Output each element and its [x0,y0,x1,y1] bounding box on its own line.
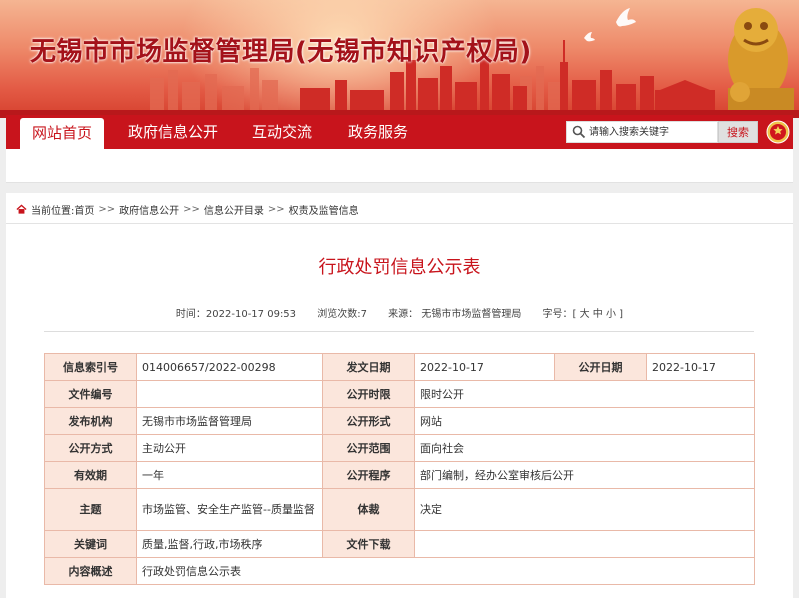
table-row: 发布机构 无锡市市场监督管理局 公开形式 网站 [44,407,755,435]
nav-subbar [6,149,793,183]
issue-date-value: 2022-10-17 [414,353,555,381]
validity-label: 有效期 [44,461,137,489]
stone-lion-graphic [728,8,794,110]
keywords-label: 关键词 [44,530,137,558]
table-row: 公开方式 主动公开 公开范围 面向社会 [44,434,755,462]
keywords-value: 质量,监督,行政,市场秩序 [136,530,323,558]
doc-no-label: 文件编号 [44,380,137,408]
issue-date-label: 发文日期 [322,353,415,381]
summary-label: 内容概述 [44,557,137,585]
table-row: 文件编号 公开时限 限时公开 [44,380,755,408]
nav-item-home[interactable]: 网站首页 [20,118,105,149]
topic-label: 主题 [44,488,137,531]
index-no-label: 信息索引号 [44,353,137,381]
table-row: 内容概述 行政处罚信息公示表 [44,557,755,585]
breadcrumb-separator: >> [183,204,200,215]
breadcrumb-separator: >> [267,204,285,215]
breadcrumb-home[interactable]: 首页 [74,202,94,217]
view-count: 浏览次数:7 [317,309,367,320]
topic-value: 市场监管、安全生产监管--质量监督 [136,488,323,531]
public-time-label: 公开时限 [322,380,415,408]
breadcrumb-gov-info[interactable]: 政府信息公开 [119,202,179,217]
procedure-label: 公开程序 [322,461,415,489]
public-date-label: 公开日期 [554,353,647,381]
site-title[interactable]: 无锡市市场监督管理局(无锡市知识产权局) [30,31,532,68]
search-icon [572,125,586,139]
divider [6,223,793,224]
home-icon [16,204,27,214]
content-panel: 当前位置: 首页 >> 政府信息公开 >> 信息公开目录 >> 权责及监管信息 … [6,193,793,598]
article-source: 来源： 无锡市市场监督管理局 [388,309,522,320]
search-button[interactable]: 搜索 [718,121,758,143]
public-form-value: 网站 [414,407,755,435]
site-banner: 无锡市市场监督管理局(无锡市知识产权局) [0,0,799,118]
table-row: 有效期 一年 公开程序 部门编制，经办公室审核后公开 [44,461,755,489]
index-no-value: 014006657/2022-00298 [136,353,323,381]
validity-value: 一年 [136,461,323,489]
download-value[interactable] [414,530,755,558]
breadcrumb: 当前位置: 首页 >> 政府信息公开 >> 信息公开目录 >> 权责及监管信息 [16,202,359,217]
nav-item-interaction[interactable]: 互动交流 [252,115,312,149]
table-row: 信息索引号 014006657/2022-00298 发文日期 2022-10-… [44,353,755,381]
nav-item-gov-info[interactable]: 政府信息公开 [128,115,218,149]
public-form-label: 公开形式 [322,407,415,435]
public-time-value: 限时公开 [414,380,755,408]
publisher-label: 发布机构 [44,407,137,435]
breadcrumb-separator: >> [98,204,116,215]
info-table: 信息索引号 014006657/2022-00298 发文日期 2022-10-… [44,353,755,585]
breadcrumb-current[interactable]: 权责及监管信息 [289,202,359,217]
publisher-value: 无锡市市场监督管理局 [136,407,323,435]
search-input[interactable] [589,123,715,141]
public-method-value: 主动公开 [136,434,323,462]
font-size-control[interactable]: 字号：[ 大 中 小 ] [543,309,624,320]
divider [44,331,754,332]
public-date-value: 2022-10-17 [646,353,755,381]
nav-item-services[interactable]: 政务服务 [348,115,408,149]
page-title: 行政处罚信息公示表 [318,257,481,278]
search-box [566,121,718,143]
public-scope-label: 公开范围 [322,434,415,462]
breadcrumb-prefix: 当前位置: [31,206,75,217]
summary-value: 行政处罚信息公示表 [136,557,755,585]
doc-no-value [136,380,323,408]
national-emblem-icon[interactable] [766,120,790,144]
table-row: 关键词 质量,监督,行政,市场秩序 文件下载 [44,530,755,558]
genre-value: 决定 [414,488,755,531]
publish-time: 时间：2022-10-17 09:53 [175,309,297,320]
article-meta: 时间：2022-10-17 09:53 浏览次数:7 来源： 无锡市市场监督管理… [6,305,793,320]
table-row: 主题 市场监管、安全生产监管--质量监督 体裁 决定 [44,488,755,531]
download-label: 文件下载 [322,530,415,558]
public-method-label: 公开方式 [44,434,137,462]
main-nav: 网站首页 政府信息公开 互动交流 政务服务 搜索 [6,115,793,149]
procedure-value: 部门编制，经办公室审核后公开 [414,461,755,489]
public-scope-value: 面向社会 [414,434,755,462]
breadcrumb-catalog[interactable]: 信息公开目录 [204,202,264,217]
genre-label: 体裁 [322,488,415,531]
